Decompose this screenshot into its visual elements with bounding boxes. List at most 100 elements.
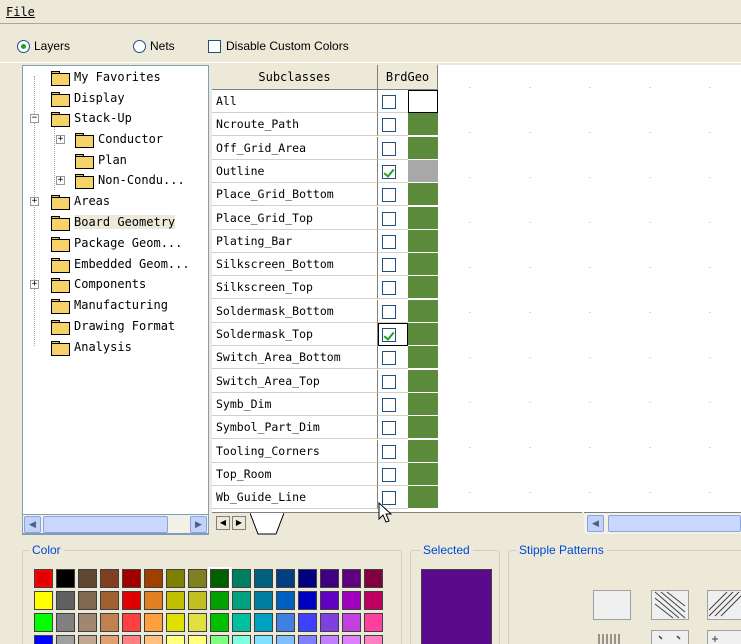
color-swatch[interactable] [298,635,317,644]
color-swatch[interactable] [232,591,251,610]
subclass-row[interactable]: Outline [212,160,378,183]
color-swatch[interactable] [34,591,53,610]
subclass-row[interactable]: Silkscreen_Bottom [212,253,378,276]
scroll-right-icon[interactable]: ▶ [190,516,207,533]
tree-item-board-geometry[interactable]: Board Geometry [51,212,176,232]
tab-prev-icon[interactable]: ◀ [216,516,230,530]
color-swatch[interactable] [78,613,97,632]
visibility-checkbox[interactable] [382,445,396,459]
color-swatch[interactable] [166,569,185,588]
tree-item-analysis[interactable]: Analysis [51,337,132,357]
color-swatch[interactable] [56,613,75,632]
subclass-row[interactable]: Symb_Dim [212,393,378,416]
grid-horizontal-scrollbar[interactable]: ◀ [584,512,741,534]
tree-item-display[interactable]: Display [51,88,125,108]
color-swatch[interactable] [210,635,229,644]
color-swatch[interactable] [342,591,361,610]
nets-radio[interactable]: Nets [133,38,175,54]
color-swatch[interactable] [364,569,383,588]
color-swatch[interactable] [232,569,251,588]
visibility-checkbox[interactable] [382,351,396,365]
color-swatch[interactable] [166,591,185,610]
visibility-checkbox[interactable] [382,118,396,132]
color-swatch[interactable] [144,635,163,644]
layers-radio[interactable]: Layers [17,38,70,54]
subclass-row[interactable]: Switch_Area_Bottom [212,346,378,369]
disable-custom-colors-checkbox[interactable]: Disable Custom Colors [208,38,349,54]
color-swatch[interactable] [276,591,295,610]
color-swatch[interactable] [298,569,317,588]
visibility-checkbox[interactable] [382,235,396,249]
color-swatch[interactable] [56,635,75,644]
color-cell[interactable] [408,253,438,276]
subclass-row[interactable]: Ncroute_Path [212,113,378,136]
color-swatch[interactable] [320,591,339,610]
color-swatch[interactable] [210,613,229,632]
expand-icon[interactable]: + [56,176,65,185]
color-swatch[interactable] [166,635,185,644]
subclass-row[interactable]: Top_Room [212,463,378,486]
scroll-left-icon[interactable]: ◀ [587,515,604,532]
tree-item-areas[interactable]: Areas [51,191,110,211]
color-swatch[interactable] [208,567,231,590]
color-swatch[interactable] [188,591,207,610]
color-swatch[interactable] [276,613,295,632]
visibility-checkbox[interactable] [382,305,396,319]
subclass-row[interactable]: Wb_Guide_Line [212,486,378,509]
column-header-subclasses[interactable]: Subclasses [212,65,378,90]
color-swatch[interactable] [144,591,163,610]
color-swatch[interactable] [100,569,119,588]
tree-item-drawing-format[interactable]: Drawing Format [51,316,175,336]
color-swatch[interactable] [144,569,163,588]
stipple-pattern-solid[interactable] [593,590,631,620]
tree-item-components[interactable]: Components [51,274,146,294]
color-swatch[interactable] [188,613,207,632]
color-cell[interactable] [408,183,438,206]
color-swatch[interactable] [122,591,141,610]
color-swatch[interactable] [232,635,251,644]
color-swatch[interactable] [342,635,361,644]
color-swatch[interactable] [320,569,339,588]
color-cell[interactable] [408,416,438,439]
color-swatch[interactable] [34,569,53,588]
color-swatch[interactable] [188,569,207,588]
color-swatch[interactable] [34,613,53,632]
color-swatch[interactable] [100,635,119,644]
tab-next-icon[interactable]: ▶ [232,516,246,530]
color-swatch[interactable] [34,635,53,644]
collapse-icon[interactable]: − [30,114,39,123]
color-swatch[interactable] [298,613,317,632]
subclass-row[interactable]: Place_Grid_Bottom [212,183,378,206]
subclass-row[interactable]: Off_Grid_Area [212,137,378,160]
color-swatch[interactable] [254,569,273,588]
color-swatch[interactable] [364,591,383,610]
color-swatch[interactable] [232,613,251,632]
color-swatch[interactable] [100,591,119,610]
color-swatch[interactable] [100,613,119,632]
stipple-pattern-cross[interactable] [707,630,741,644]
color-swatch[interactable] [166,613,185,632]
color-swatch[interactable] [298,591,317,610]
color-swatch[interactable] [78,591,97,610]
visibility-checkbox[interactable] [382,398,396,412]
color-cell[interactable] [408,207,438,230]
color-swatch[interactable] [320,635,339,644]
tree-item-manufacturing[interactable]: Manufacturing [51,295,168,315]
color-swatch[interactable] [342,613,361,632]
sheet-tab[interactable] [250,513,284,535]
expand-icon[interactable]: + [56,135,65,144]
color-cell[interactable] [408,137,438,160]
color-swatch[interactable] [210,591,229,610]
color-cell[interactable] [408,230,438,253]
visibility-checkbox[interactable] [382,328,396,342]
color-swatch[interactable] [122,613,141,632]
visibility-checkbox[interactable] [382,468,396,482]
class-tree[interactable]: My Favorites Display − Stack-Up + Conduc… [22,65,209,535]
color-cell[interactable] [408,346,438,369]
color-cell[interactable] [408,463,438,486]
color-cell[interactable] [408,440,438,463]
expand-icon[interactable]: + [30,197,39,206]
tree-item-plan[interactable]: Plan [75,150,127,170]
visibility-checkbox[interactable] [382,212,396,226]
color-swatch[interactable] [122,635,141,644]
